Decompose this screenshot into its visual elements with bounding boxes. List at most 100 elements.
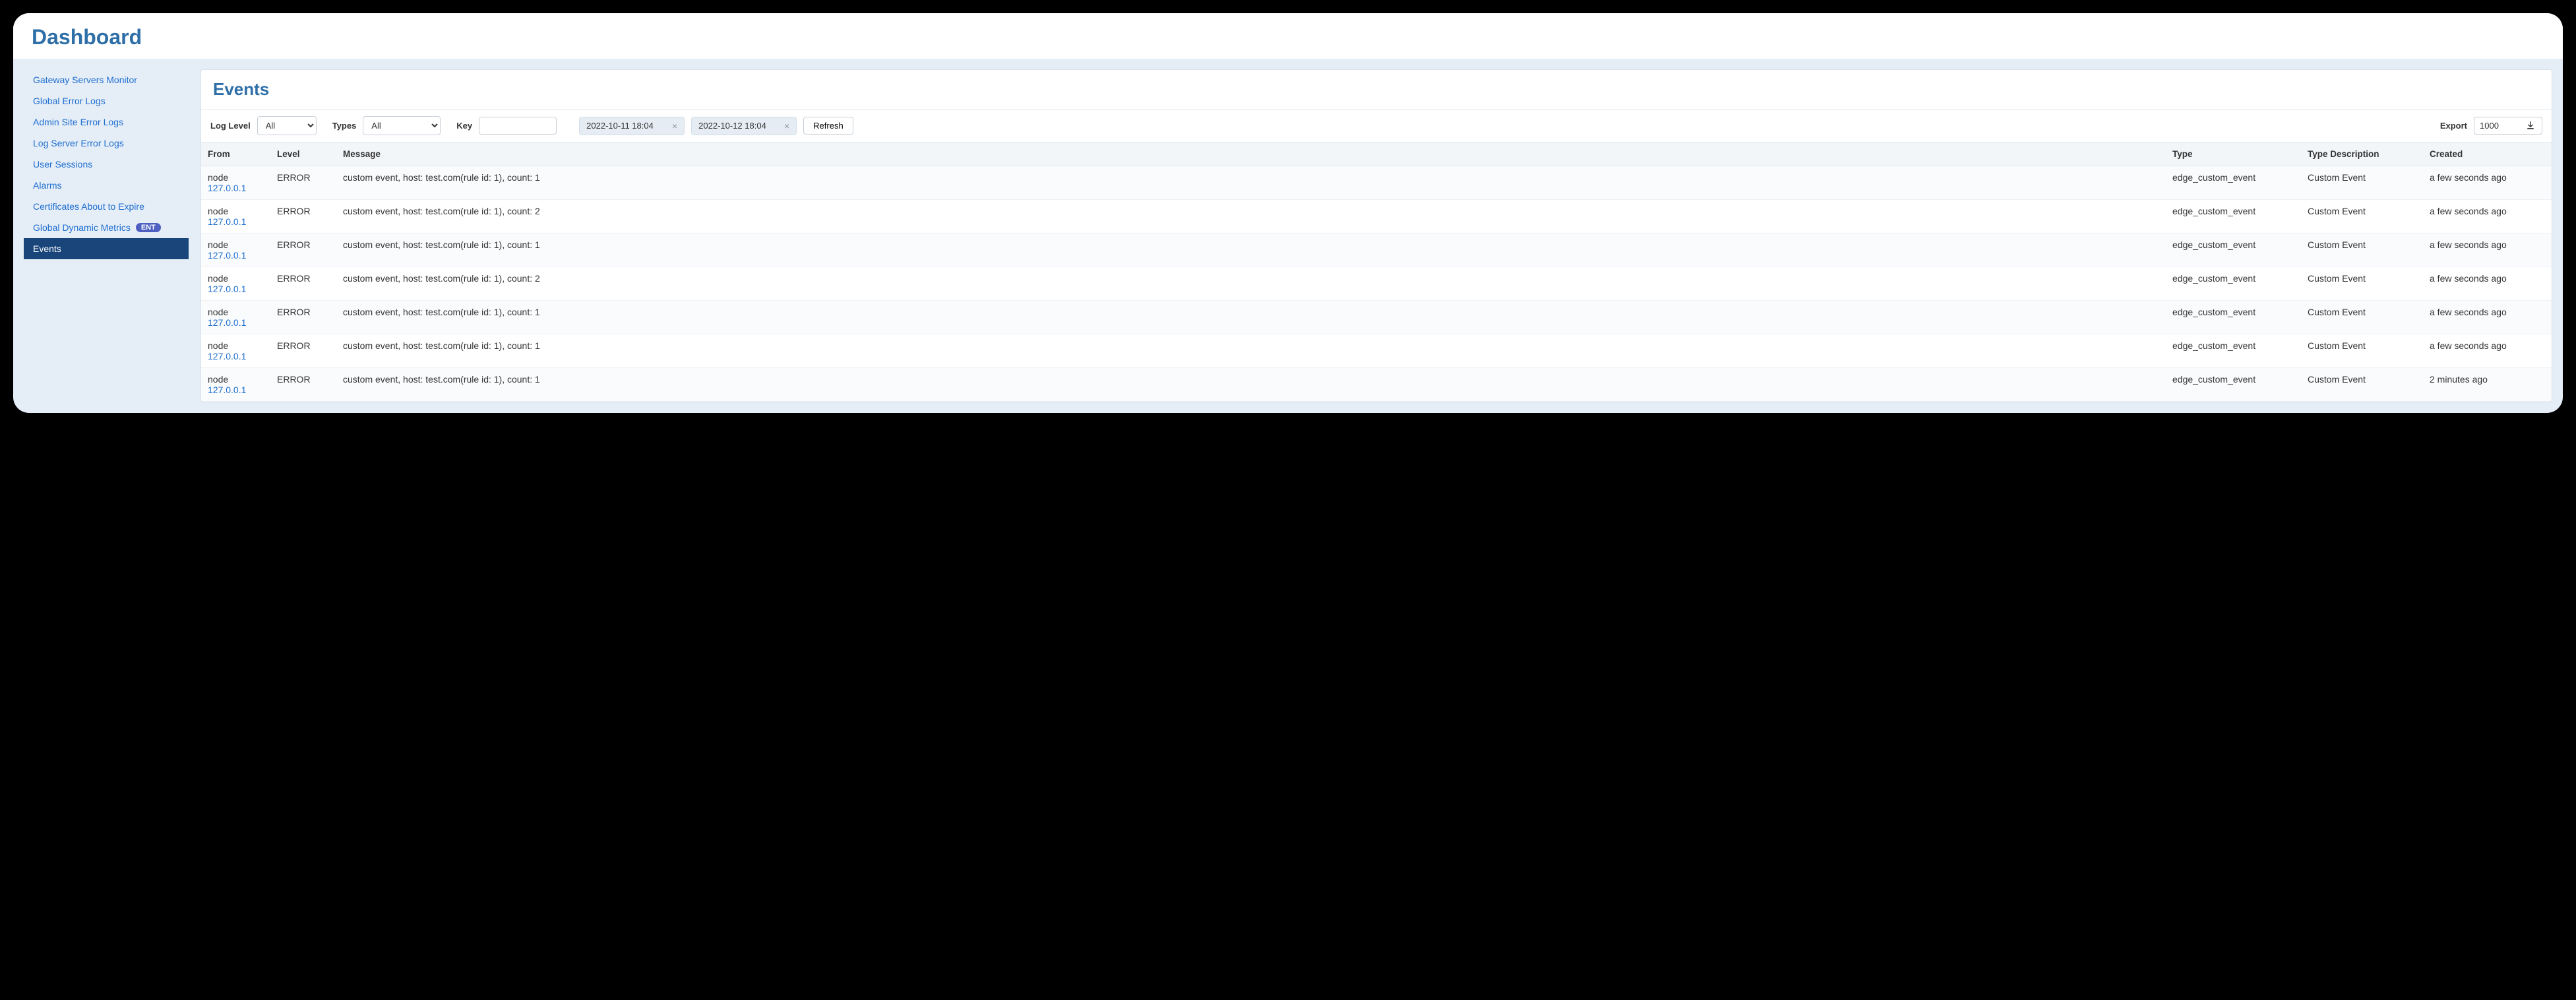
cell-message: custom event, host: test.com(rule id: 1)… (336, 200, 2166, 234)
sidebar-item-global-error-logs[interactable]: Global Error Logs (24, 90, 189, 111)
sidebar-item-label: Log Server Error Logs (33, 138, 124, 148)
sidebar-item-label: Alarms (33, 180, 62, 191)
table-row: node127.0.0.1ERRORcustom event, host: te… (201, 334, 2552, 368)
col-created: Created (2423, 142, 2552, 166)
filter-bar: Log Level All Types All Key 2022-10-11 1… (201, 109, 2552, 142)
sidebar-item-label: Events (33, 243, 61, 254)
from-ip-link[interactable]: 127.0.0.1 (208, 351, 264, 361)
app-window: Dashboard Gateway Servers Monitor Global … (13, 13, 2563, 413)
sidebar-item-label: User Sessions (33, 159, 92, 170)
cell-type-desc: Custom Event (2301, 368, 2423, 402)
sidebar-item-label: Gateway Servers Monitor (33, 75, 137, 85)
sidebar-item-log-server-error-logs[interactable]: Log Server Error Logs (24, 133, 189, 154)
table-row: node127.0.0.1ERRORcustom event, host: te… (201, 301, 2552, 334)
date-to-value: 2022-10-12 18:04 (698, 121, 766, 131)
cell-from: node127.0.0.1 (201, 368, 270, 402)
main-panel: Events Log Level All Types All Key 2022-… (200, 69, 2552, 402)
cell-type-desc: Custom Event (2301, 301, 2423, 334)
from-node-label: node (208, 206, 228, 216)
from-ip-link[interactable]: 127.0.0.1 (208, 317, 264, 328)
cell-message: custom event, host: test.com(rule id: 1)… (336, 368, 2166, 402)
cell-created: a few seconds ago (2423, 200, 2552, 234)
dashboard-title: Dashboard (32, 25, 2544, 49)
cell-from: node127.0.0.1 (201, 234, 270, 267)
cell-created: a few seconds ago (2423, 301, 2552, 334)
cell-message: custom event, host: test.com(rule id: 1)… (336, 166, 2166, 200)
refresh-button[interactable]: Refresh (803, 117, 853, 135)
body-wrap: Gateway Servers Monitor Global Error Logs… (13, 59, 2563, 413)
from-node-label: node (208, 307, 228, 317)
col-message: Message (336, 142, 2166, 166)
cell-type: edge_custom_event (2166, 200, 2301, 234)
cell-type: edge_custom_event (2166, 334, 2301, 368)
sidebar-item-gateway-servers-monitor[interactable]: Gateway Servers Monitor (24, 69, 189, 90)
export-label: Export (2440, 121, 2467, 131)
cell-level: ERROR (270, 200, 336, 234)
cell-created: a few seconds ago (2423, 267, 2552, 301)
sidebar-item-user-sessions[interactable]: User Sessions (24, 154, 189, 175)
sidebar-item-label: Global Dynamic Metrics (33, 222, 131, 233)
from-ip-link[interactable]: 127.0.0.1 (208, 250, 264, 261)
from-ip-link[interactable]: 127.0.0.1 (208, 385, 264, 395)
key-label: Key (456, 121, 472, 131)
cell-level: ERROR (270, 301, 336, 334)
from-ip-link[interactable]: 127.0.0.1 (208, 216, 264, 227)
export-group (2474, 117, 2542, 135)
cell-created: 2 minutes ago (2423, 368, 2552, 402)
sidebar-item-global-dynamic-metrics[interactable]: Global Dynamic Metrics ENT (24, 217, 189, 238)
events-table: From Level Message Type Type Description… (201, 142, 2552, 402)
cell-type-desc: Custom Event (2301, 334, 2423, 368)
clear-date-to-icon[interactable]: × (784, 121, 789, 131)
cell-level: ERROR (270, 166, 336, 200)
cell-type: edge_custom_event (2166, 166, 2301, 200)
cell-created: a few seconds ago (2423, 234, 2552, 267)
table-header-row: From Level Message Type Type Description… (201, 142, 2552, 166)
cell-created: a few seconds ago (2423, 166, 2552, 200)
header-bar: Dashboard (13, 13, 2563, 59)
from-ip-link[interactable]: 127.0.0.1 (208, 183, 264, 193)
cell-type: edge_custom_event (2166, 301, 2301, 334)
cell-message: custom event, host: test.com(rule id: 1)… (336, 234, 2166, 267)
from-node-label: node (208, 239, 228, 250)
cell-message: custom event, host: test.com(rule id: 1)… (336, 301, 2166, 334)
sidebar-item-events[interactable]: Events (24, 238, 189, 259)
page-title: Events (201, 70, 2552, 109)
date-from-value: 2022-10-11 18:04 (586, 121, 654, 131)
sidebar-item-certificates-about-to-expire[interactable]: Certificates About to Expire (24, 196, 189, 217)
download-button[interactable] (2519, 117, 2542, 135)
cell-type-desc: Custom Event (2301, 234, 2423, 267)
types-label: Types (332, 121, 357, 131)
table-row: node127.0.0.1ERRORcustom event, host: te… (201, 368, 2552, 402)
export-input[interactable] (2474, 117, 2520, 135)
cell-type-desc: Custom Event (2301, 267, 2423, 301)
table-row: node127.0.0.1 ERRORcustom event, host: te… (201, 166, 2552, 200)
types-select[interactable]: All (363, 116, 441, 135)
ent-badge: ENT (136, 223, 161, 232)
cell-type-desc: Custom Event (2301, 200, 2423, 234)
cell-level: ERROR (270, 368, 336, 402)
sidebar-item-admin-site-error-logs[interactable]: Admin Site Error Logs (24, 111, 189, 133)
from-ip-link[interactable]: 127.0.0.1 (208, 284, 264, 294)
cell-level: ERROR (270, 334, 336, 368)
cell-from: node127.0.0.1 (201, 301, 270, 334)
cell-message: custom event, host: test.com(rule id: 1)… (336, 334, 2166, 368)
cell-type: edge_custom_event (2166, 234, 2301, 267)
cell-from: node127.0.0.1 (201, 267, 270, 301)
cell-type-desc: Custom Event (2301, 166, 2423, 200)
clear-date-from-icon[interactable]: × (672, 121, 677, 131)
date-to-chip[interactable]: 2022-10-12 18:04 × (691, 117, 797, 135)
from-node-label: node (208, 273, 228, 284)
sidebar-item-alarms[interactable]: Alarms (24, 175, 189, 196)
cell-level: ERROR (270, 234, 336, 267)
key-input[interactable] (479, 117, 557, 135)
from-node-label: node (208, 172, 228, 183)
sidebar-item-label: Certificates About to Expire (33, 201, 144, 212)
date-from-chip[interactable]: 2022-10-11 18:04 × (579, 117, 685, 135)
log-level-label: Log Level (210, 121, 251, 131)
log-level-select[interactable]: All (257, 116, 317, 135)
from-node-label: node (208, 374, 228, 385)
download-icon (2526, 121, 2535, 131)
sidebar-item-label: Global Error Logs (33, 96, 106, 106)
cell-level: ERROR (270, 267, 336, 301)
col-from: From (201, 142, 270, 166)
